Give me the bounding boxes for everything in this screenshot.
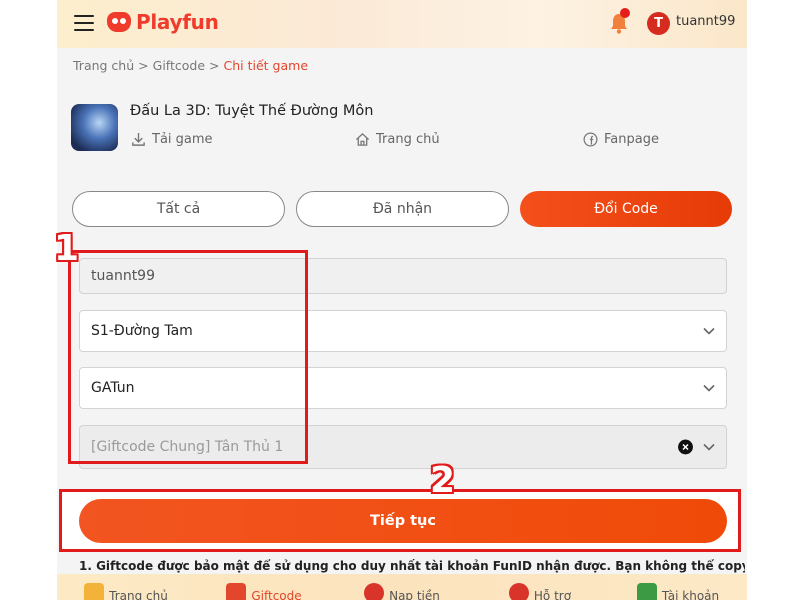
- bottom-nav-topup[interactable]: Nạp tiền: [333, 574, 471, 600]
- download-game-link[interactable]: Tải game: [131, 132, 213, 147]
- redeem-form: tuannt99 S1-Đường Tam GATun [Giftcode Ch…: [57, 242, 747, 492]
- account-field[interactable]: tuannt99: [79, 258, 727, 294]
- facebook-icon: [583, 132, 598, 147]
- gift-icon: [226, 583, 247, 600]
- character-value: GATun: [91, 380, 135, 396]
- tab-received[interactable]: Đã nhận: [296, 191, 509, 227]
- bottom-nav-support[interactable]: Hỗ trợ: [471, 574, 609, 600]
- chevron-down-icon: [703, 384, 715, 392]
- logo[interactable]: Playfun: [107, 10, 219, 34]
- tab-all[interactable]: Tất cả: [72, 191, 285, 227]
- coin-icon: [364, 583, 385, 600]
- account-icon: [636, 583, 657, 600]
- tabs-bar: Tất cả Đã nhận Đổi Code: [57, 176, 747, 242]
- annotation-label-2: 2: [430, 460, 456, 501]
- game-card: Đấu La 3D: Tuyệt Thế Đường Môn Tải game …: [57, 84, 747, 170]
- username[interactable]: tuannt99: [676, 14, 735, 29]
- giftcode-value: [Giftcode Chung] Tân Thủ 1: [91, 439, 284, 455]
- download-icon: [132, 132, 145, 146]
- breadcrumb-home[interactable]: Trang chủ: [73, 58, 134, 73]
- game-thumbnail: [71, 104, 118, 151]
- logo-text: Playfun: [136, 10, 219, 34]
- annotation-label-1: 1: [54, 228, 80, 269]
- right-margin: [747, 0, 800, 600]
- home-icon: [355, 132, 370, 146]
- fanpage-label: Fanpage: [604, 132, 659, 147]
- breadcrumb-giftcode[interactable]: Giftcode: [153, 58, 205, 73]
- breadcrumb-separator: >: [138, 58, 149, 73]
- top-header: Playfun T tuannt99: [57, 0, 747, 48]
- bottom-nav-topup-label: Nạp tiền: [389, 589, 440, 600]
- tab-redeem-code[interactable]: Đổi Code: [520, 191, 732, 227]
- home-icon: [84, 583, 105, 600]
- avatar[interactable]: T: [647, 12, 670, 35]
- left-margin: [0, 0, 57, 600]
- character-select[interactable]: GATun: [79, 367, 727, 409]
- breadcrumb-current: Chi tiết game: [223, 58, 309, 73]
- bottom-nav-support-label: Hỗ trợ: [533, 589, 572, 600]
- lantern-icon: [508, 583, 529, 600]
- bottom-nav-account[interactable]: Tài khoản: [609, 574, 747, 600]
- playfun-logo-icon: [107, 12, 131, 32]
- breadcrumb: Trang chủ > Giftcode > Chi tiết game: [73, 58, 308, 73]
- bottom-nav-giftcode[interactable]: Giftcode: [195, 574, 333, 600]
- chevron-down-icon: [703, 443, 715, 451]
- download-game-label: Tải game: [152, 132, 213, 147]
- chevron-down-icon: [703, 327, 715, 335]
- bottom-nav-account-label: Tài khoản: [661, 589, 720, 600]
- clear-icon[interactable]: [678, 439, 693, 455]
- giftcode-note: 1. Giftcode được bảo mật để sử dụng cho …: [79, 559, 745, 573]
- account-value: tuannt99: [91, 268, 155, 284]
- bottom-nav-home[interactable]: Trang chủ: [57, 574, 195, 600]
- breadcrumb-separator: >: [209, 58, 220, 73]
- hamburger-menu-icon[interactable]: [74, 15, 94, 31]
- bottom-nav-home-label: Trang chủ: [109, 589, 168, 600]
- game-homepage-link[interactable]: Trang chủ: [355, 132, 440, 147]
- game-title: Đấu La 3D: Tuyệt Thế Đường Môn: [130, 103, 374, 119]
- giftcode-select[interactable]: [Giftcode Chung] Tân Thủ 1: [79, 425, 727, 469]
- game-homepage-label: Trang chủ: [376, 132, 440, 147]
- notification-dot: [620, 8, 630, 18]
- continue-button[interactable]: Tiếp tục: [79, 499, 727, 543]
- bottom-nav-giftcode-label: Giftcode: [251, 589, 302, 600]
- fanpage-link[interactable]: Fanpage: [583, 132, 659, 147]
- bottom-nav: Trang chủ Giftcode Nạp tiền Hỗ trợ Tài k…: [57, 574, 747, 600]
- server-value: S1-Đường Tam: [91, 323, 193, 339]
- server-select[interactable]: S1-Đường Tam: [79, 310, 727, 352]
